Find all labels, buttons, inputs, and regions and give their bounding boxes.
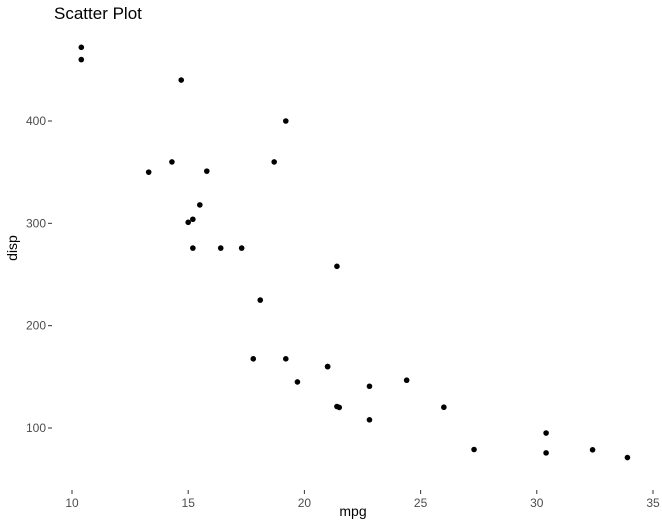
data-point xyxy=(78,56,85,63)
y-tick-label: 400 xyxy=(26,114,46,128)
scatter-chart: Scatter Plot 10 15 20 25 30 35 100 200 300 400 m… xyxy=(4,4,660,519)
y-axis-title: disp xyxy=(4,235,20,261)
data-point xyxy=(441,404,447,411)
y-axis: 100 200 300 400 xyxy=(26,114,52,435)
data-point xyxy=(190,245,196,251)
data-point xyxy=(169,159,175,165)
data-point xyxy=(197,202,203,208)
data-point xyxy=(543,430,549,436)
data-point xyxy=(145,169,152,175)
data-point xyxy=(334,263,340,270)
y-tick-label: 200 xyxy=(26,319,46,333)
data-point xyxy=(217,245,224,251)
data-points xyxy=(78,44,631,461)
data-point xyxy=(257,297,264,303)
x-tick-label: 15 xyxy=(182,496,196,510)
data-point xyxy=(185,219,191,226)
x-tick-label: 30 xyxy=(530,496,544,510)
data-point xyxy=(334,403,340,410)
data-point xyxy=(624,454,631,461)
x-axis-title: mpg xyxy=(339,503,366,519)
data-point xyxy=(238,245,245,251)
y-tick-label: 300 xyxy=(26,216,46,230)
data-point xyxy=(78,44,85,51)
data-point xyxy=(178,77,185,83)
data-point xyxy=(294,379,301,385)
data-point xyxy=(203,168,210,174)
x-tick-label: 25 xyxy=(414,496,428,510)
y-tick-label: 100 xyxy=(26,421,46,435)
data-point xyxy=(471,446,477,453)
chart-title: Scatter Plot xyxy=(54,4,142,23)
x-tick-label: 20 xyxy=(298,496,312,510)
data-point xyxy=(543,450,549,456)
x-tick-label: 35 xyxy=(646,496,660,510)
data-point xyxy=(283,118,289,124)
data-point xyxy=(283,356,289,362)
x-tick-label: 10 xyxy=(65,496,79,510)
data-point xyxy=(250,356,257,362)
data-point xyxy=(366,383,373,390)
data-point xyxy=(403,377,410,384)
data-point xyxy=(324,363,331,370)
data-point xyxy=(366,417,373,423)
data-point xyxy=(589,446,596,453)
data-point xyxy=(271,159,277,165)
data-point xyxy=(190,216,196,223)
